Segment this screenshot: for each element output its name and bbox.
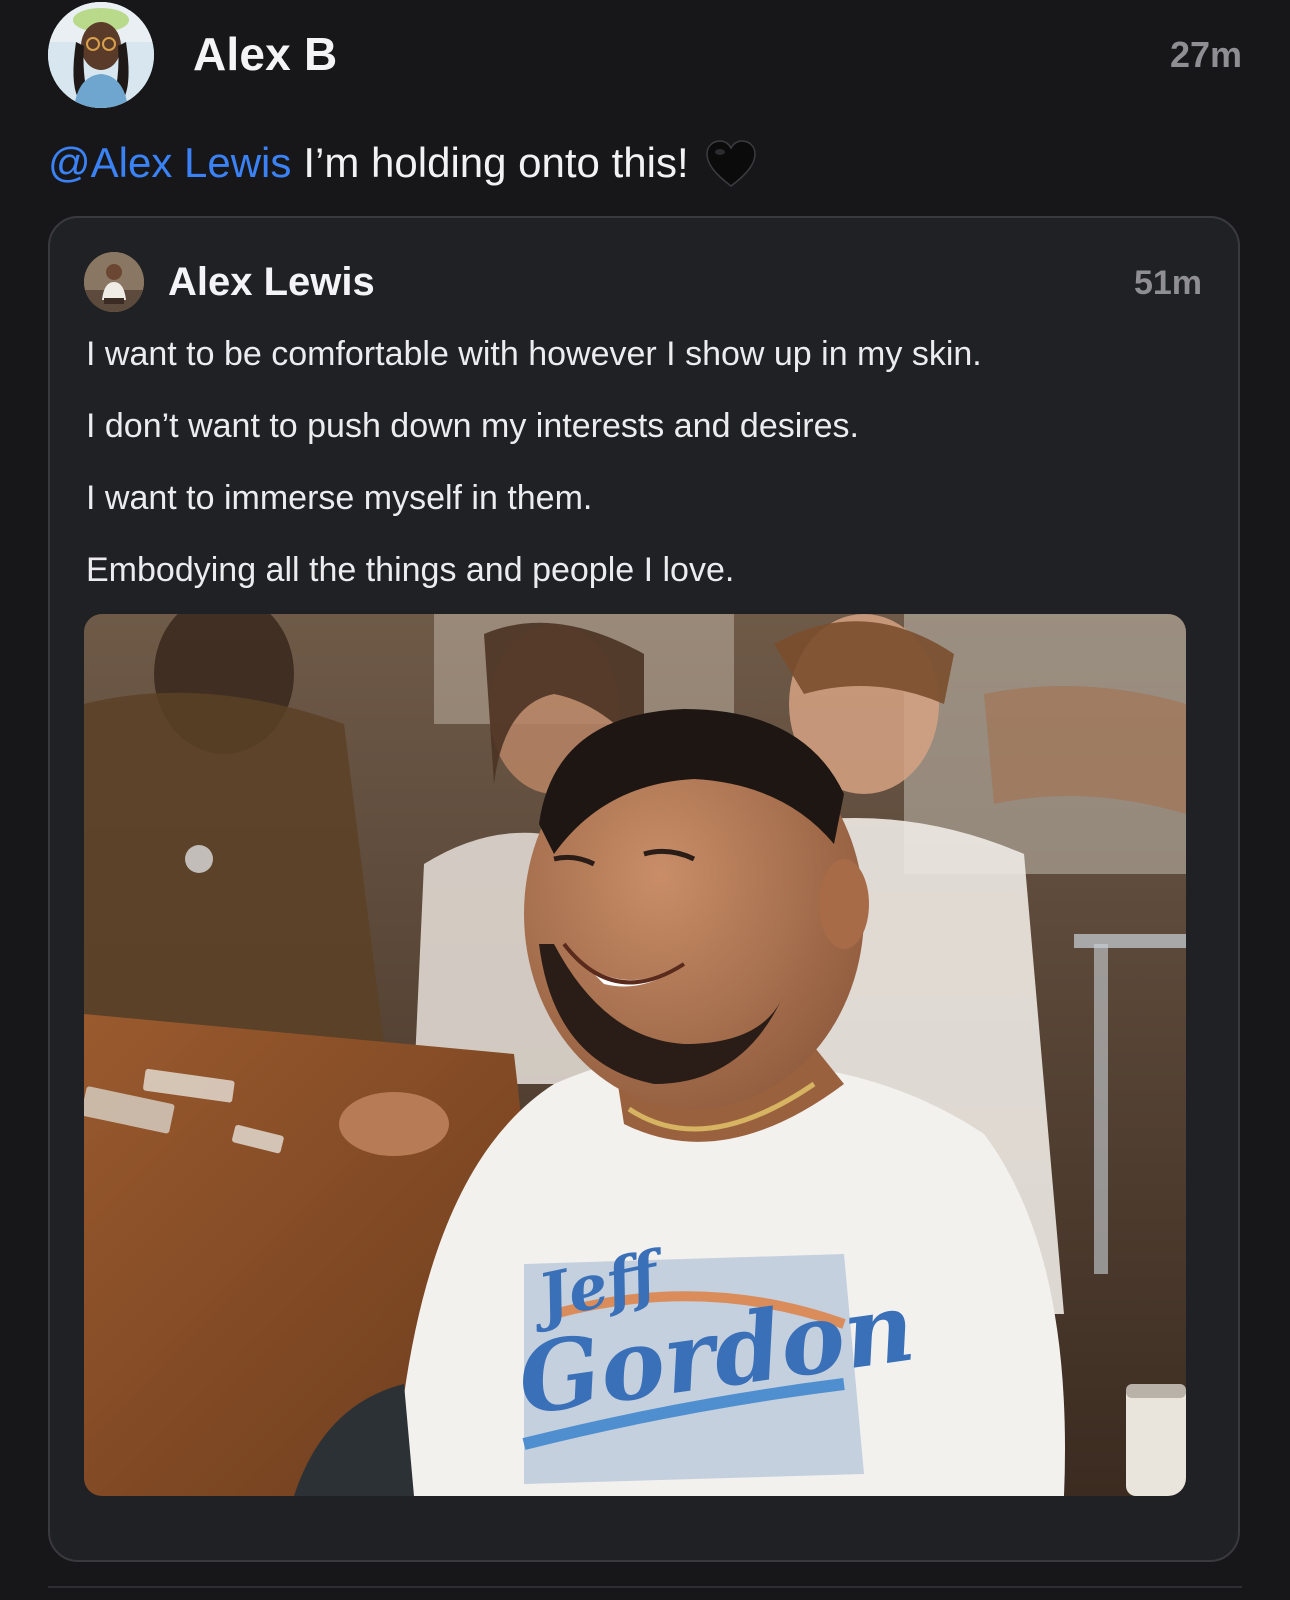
quoted-post-text: I want to be comfortable with however I … [86,334,1196,622]
quoted-text-line: I want to be comfortable with however I … [86,335,982,373]
post-header: Alex B 27m [48,2,1242,110]
quoted-text-line: I don’t want to push down my interests a… [86,407,859,445]
quoted-text-line: I want to immerse myself in them. [86,479,593,517]
author-name[interactable]: Alex B [193,27,337,81]
quoted-post-timestamp: 51m [1133,264,1202,302]
post-divider [48,1586,1242,1588]
mention-link[interactable]: @Alex Lewis [48,139,291,187]
post-text: I’m holding onto this! [303,139,689,186]
quoted-text-line: Embodying all the things and people I lo… [86,551,735,589]
quoted-author-avatar[interactable] [84,252,144,312]
black-heart-icon [705,140,757,190]
quoted-author-name[interactable]: Alex Lewis [168,260,375,305]
quoted-post-card[interactable]: Alex Lewis 51m I want to be comfortable … [48,216,1240,1562]
post-body: @Alex Lewis I’m holding onto this! [48,138,757,188]
post-timestamp: 27m [1169,34,1242,75]
quoted-post-photo[interactable]: Jeff Gordon [84,614,1186,1496]
author-avatar[interactable] [48,2,154,108]
